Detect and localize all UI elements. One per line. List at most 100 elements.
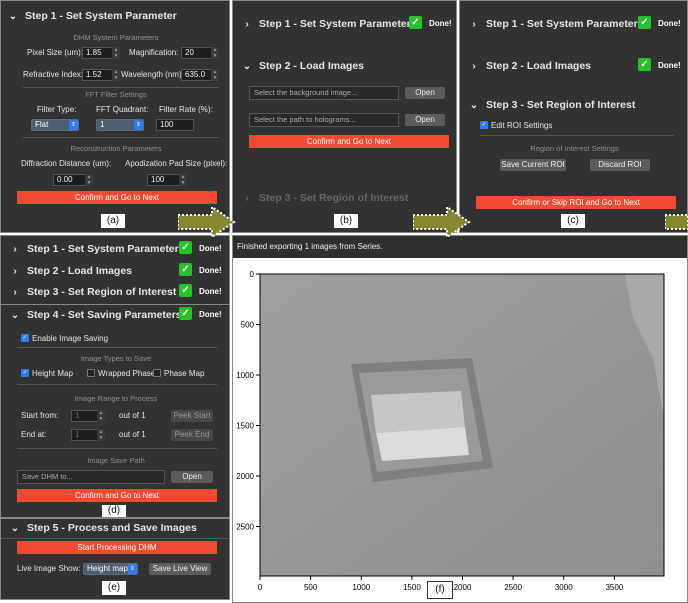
checkmark-icon: ✓ bbox=[638, 16, 651, 29]
wrapped-phase-label: Wrapped Phase bbox=[98, 369, 156, 378]
chevron-right-icon: › bbox=[13, 286, 17, 298]
confirm-button[interactable]: Confirm and Go to Next bbox=[17, 191, 217, 204]
x-tick-label: 1000 bbox=[352, 583, 370, 592]
panel-e: ⌄ Step 5 - Process and Save Images Start… bbox=[0, 518, 230, 600]
panel-d: › Step 1 - Set System Parameter ✓ Done! … bbox=[0, 235, 230, 518]
chevron-updown-icon: ⇕ bbox=[69, 120, 78, 130]
recon-params-heading: Reconstruction Parameters bbox=[70, 144, 162, 153]
chevron-down-icon: ⌄ bbox=[10, 309, 20, 321]
step1-header[interactable]: › Step 1 - Set System Parameter bbox=[241, 15, 410, 33]
open-background-button[interactable]: Open bbox=[405, 87, 445, 99]
fft-quadrant-label: FFT Quadrant: bbox=[96, 105, 149, 114]
checkmark-icon: ✓ bbox=[179, 307, 192, 320]
save-roi-button[interactable]: Save Current ROI bbox=[500, 159, 566, 171]
step4-header[interactable]: ⌄ Step 4 - Set Saving Parameters bbox=[9, 306, 182, 324]
stepper-icon[interactable]: ▲ ▼ bbox=[97, 429, 105, 441]
step3-header[interactable]: › Step 3 - Set Region of Interest bbox=[9, 283, 176, 301]
peek-end-button[interactable]: Peek End bbox=[171, 429, 213, 441]
confirm-button[interactable]: Confirm and Go to Next bbox=[17, 489, 217, 502]
start-from-input[interactable]: 1 ▲ ▼ bbox=[71, 410, 105, 422]
arrow-right-icon bbox=[665, 214, 688, 230]
done-label: Done! bbox=[199, 310, 222, 319]
stepper-icon[interactable]: ▲ ▼ bbox=[97, 410, 105, 422]
panel-b: › Step 1 - Set System Parameter ✓ Done! … bbox=[232, 0, 457, 233]
wrapped-phase-checkbox[interactable] bbox=[87, 369, 95, 377]
discard-roi-button[interactable]: Discard ROI bbox=[590, 159, 650, 171]
save-path-input[interactable]: Save DHM to... bbox=[17, 470, 165, 484]
step3-header[interactable]: ⌄ Step 3 - Set Region of Interest bbox=[468, 96, 636, 114]
apodization-input[interactable]: 100 ▲ ▼ bbox=[147, 174, 187, 186]
step1-header[interactable]: › Step 1 - Set System Parameter bbox=[468, 15, 637, 33]
save-live-view-button[interactable]: Save Live View bbox=[149, 563, 211, 575]
end-at-label: End at: bbox=[21, 430, 47, 439]
step2-header[interactable]: › Step 2 - Load Images bbox=[9, 262, 132, 280]
fft-quadrant-select[interactable]: 1 ⇕ bbox=[96, 119, 144, 131]
arrow-right-icon bbox=[413, 206, 471, 238]
divider bbox=[17, 448, 217, 449]
wavelength-input[interactable]: 635.0 ▲ ▼ bbox=[181, 69, 219, 81]
start-processing-button[interactable]: Start Processing DHM bbox=[17, 541, 217, 554]
peek-start-button[interactable]: Peek Start bbox=[171, 410, 213, 422]
chevron-down-icon: ⌄ bbox=[469, 99, 479, 111]
confirm-button[interactable]: Confirm and Go to Next bbox=[249, 135, 449, 148]
types-to-save-heading: Image Types to Save bbox=[80, 354, 152, 363]
done-label: Done! bbox=[429, 19, 452, 28]
filter-rate-input[interactable]: 100 bbox=[156, 119, 194, 131]
save-path-heading: Image Save Path bbox=[87, 456, 145, 465]
checkmark-icon: ✓ bbox=[179, 241, 192, 254]
confirm-skip-button[interactable]: Confirm or Skip ROI and Go to Next bbox=[476, 196, 676, 209]
arrow-right-icon bbox=[178, 206, 236, 238]
stepper-icon[interactable]: ▲ ▼ bbox=[112, 69, 120, 81]
y-tick-label: 1000 bbox=[236, 371, 254, 380]
stepper-icon[interactable]: ▲ ▼ bbox=[85, 174, 93, 186]
stepper-icon[interactable]: ▲ ▼ bbox=[112, 47, 120, 59]
divider bbox=[23, 87, 219, 88]
divider bbox=[17, 384, 217, 385]
step1-header[interactable]: ⌄ Step 1 - Set System Parameter bbox=[7, 7, 177, 25]
step2-header[interactable]: › Step 2 - Load Images bbox=[468, 57, 591, 75]
phase-map-checkbox[interactable] bbox=[153, 369, 161, 377]
edit-roi-checkbox[interactable]: ✓ bbox=[480, 121, 488, 129]
filter-rate-label: Filter Rate (%): bbox=[159, 105, 213, 114]
status-text: Finished exporting 1 images from Series. bbox=[237, 242, 383, 251]
divider bbox=[23, 137, 219, 138]
feature-lower bbox=[376, 427, 469, 461]
checkmark-icon: ✓ bbox=[638, 58, 651, 71]
height-map-checkbox[interactable]: ✓ bbox=[21, 369, 29, 377]
caption-e: (e) bbox=[101, 580, 127, 596]
stepper-icon[interactable]: ▲ ▼ bbox=[179, 174, 187, 186]
y-tick-label: 1500 bbox=[236, 422, 254, 431]
phase-map-label: Phase Map bbox=[164, 369, 205, 378]
checkmark-icon: ✓ bbox=[409, 16, 422, 29]
background-image-input[interactable]: Select the background image... bbox=[249, 86, 399, 100]
refractive-index-label: Refractive Index: bbox=[23, 70, 84, 79]
pixel-size-input[interactable]: 1.85 ▲ ▼ bbox=[82, 47, 120, 59]
divider bbox=[480, 135, 674, 136]
enable-saving-checkbox[interactable]: ✓ bbox=[21, 334, 29, 342]
x-tick-label: 2000 bbox=[454, 583, 472, 592]
stepper-icon[interactable]: ▲ ▼ bbox=[211, 69, 219, 81]
feature-upper bbox=[371, 391, 465, 433]
holograms-path-input[interactable]: Select the path to holograms... bbox=[249, 113, 399, 127]
step5-header[interactable]: ⌄ Step 5 - Process and Save Images bbox=[9, 519, 197, 537]
chevron-right-icon: › bbox=[13, 243, 17, 255]
open-save-path-button[interactable]: Open bbox=[171, 471, 213, 483]
done-label: Done! bbox=[658, 61, 681, 70]
step2-header[interactable]: ⌄ Step 2 - Load Images bbox=[241, 57, 364, 75]
caption-a: (a) bbox=[100, 213, 126, 229]
chevron-right-icon: › bbox=[245, 192, 249, 204]
stepper-icon[interactable]: ▲ ▼ bbox=[211, 47, 219, 59]
magnification-label: Magnification: bbox=[129, 48, 179, 57]
filter-type-select[interactable]: Flat ⇕ bbox=[31, 119, 79, 131]
end-at-input[interactable]: 1 ▲ ▼ bbox=[71, 429, 105, 441]
chevron-updown-icon: ⇕ bbox=[134, 120, 143, 130]
caption-b: (b) bbox=[333, 213, 359, 229]
magnification-input[interactable]: 20 ▲ ▼ bbox=[181, 47, 219, 59]
diffraction-input[interactable]: 0.00 ▲ ▼ bbox=[53, 174, 93, 186]
caption-d: (d) bbox=[101, 504, 127, 517]
step3-header: › Step 3 - Set Region of Interest bbox=[241, 189, 408, 207]
step1-header[interactable]: › Step 1 - Set System Parameter bbox=[9, 240, 178, 258]
open-holograms-button[interactable]: Open bbox=[405, 114, 445, 126]
refractive-index-input[interactable]: 1.52 ▲ ▼ bbox=[82, 69, 120, 81]
live-image-select[interactable]: Height map ⇕ bbox=[83, 563, 138, 575]
